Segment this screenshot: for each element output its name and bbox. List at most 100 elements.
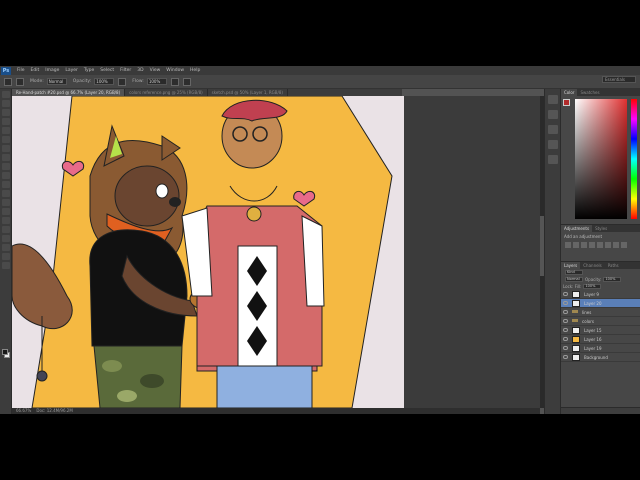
layer-kind-filter[interactable]: Kind [565, 270, 583, 275]
tab-document[interactable]: sketch.psd @ 50% (Layer 1, RGB/8) [208, 89, 288, 96]
foreground-color-swatch[interactable] [2, 349, 8, 355]
menu-3d[interactable]: 3D [137, 68, 143, 73]
tab-color[interactable]: Color [561, 89, 578, 96]
flow-field[interactable]: 100% [146, 78, 167, 85]
layer-name: colors [582, 318, 594, 324]
tools-panel [0, 89, 12, 414]
visibility-eye-icon[interactable] [563, 301, 568, 305]
layer-row[interactable]: Layer 16 [561, 335, 640, 344]
mode-select[interactable]: Normal [46, 78, 67, 85]
menu-window[interactable]: Window [166, 68, 184, 73]
brush-panel-icon[interactable] [548, 140, 558, 149]
layer-row[interactable]: Layer 9 [561, 290, 640, 299]
visibility-eye-icon[interactable] [563, 292, 568, 296]
tab-adjustments[interactable]: Adjustments [561, 225, 593, 232]
zoom-tool-icon[interactable] [2, 262, 10, 269]
menu-help[interactable]: Help [190, 68, 200, 73]
color-panel-foreground-swatch[interactable] [563, 99, 570, 106]
menu-type[interactable]: Type [84, 68, 94, 73]
blend-mode-select[interactable]: Normal [565, 277, 583, 282]
menu-layer[interactable]: Layer [65, 68, 78, 73]
crop-tool-icon[interactable] [2, 127, 10, 134]
layer-filter-row: Kind [561, 269, 640, 276]
hue-saturation-icon[interactable] [605, 242, 611, 248]
history-brush-icon[interactable] [2, 172, 10, 179]
gradient-tool-icon[interactable] [2, 190, 10, 197]
eraser-tool-icon[interactable] [2, 181, 10, 188]
history-panel-icon[interactable] [548, 95, 558, 104]
layer-opacity-field[interactable]: 100% [603, 277, 622, 282]
brush-tool-icon[interactable] [4, 77, 12, 86]
layer-group-row[interactable]: colors [561, 317, 640, 326]
airbrush-icon[interactable] [170, 77, 179, 86]
letterbox-bottom [0, 414, 640, 480]
layer-row[interactable]: Layer 15 [561, 326, 640, 335]
zoom-readout[interactable]: 66.67% [16, 408, 31, 413]
menu-bar: Ps File Edit Image Layer Type Select Fil… [0, 66, 640, 75]
eyedropper-tool-icon[interactable] [2, 136, 10, 143]
tab-channels[interactable]: Channels [580, 262, 605, 269]
visibility-eye-icon[interactable] [563, 310, 568, 314]
menu-filter[interactable]: Filter [120, 68, 131, 73]
levels-icon[interactable] [573, 242, 579, 248]
menu-image[interactable]: Image [45, 68, 59, 73]
curves-icon[interactable] [581, 242, 587, 248]
type-tool-icon[interactable] [2, 226, 10, 233]
tab-styles[interactable]: Styles [592, 225, 610, 232]
opacity-field[interactable]: 100% [94, 78, 115, 85]
layer-group-row[interactable]: lines [561, 308, 640, 317]
color-field[interactable] [575, 99, 627, 219]
dodge-tool-icon[interactable] [2, 208, 10, 215]
vibrance-icon[interactable] [597, 242, 603, 248]
visibility-eye-icon[interactable] [563, 328, 568, 332]
brush-tool-icon[interactable] [2, 154, 10, 161]
document-canvas[interactable] [12, 96, 404, 408]
brightness-icon[interactable] [565, 242, 571, 248]
pressure-size-icon[interactable] [182, 77, 191, 86]
stamp-tool-icon[interactable] [2, 163, 10, 170]
magic-wand-tool-icon[interactable] [2, 118, 10, 125]
marquee-tool-icon[interactable] [2, 100, 10, 107]
healing-tool-icon[interactable] [2, 145, 10, 152]
blur-tool-icon[interactable] [2, 199, 10, 206]
tab-document[interactable]: colors reference.png @ 25% (RGB/8) [125, 89, 208, 96]
visibility-eye-icon[interactable] [563, 355, 568, 359]
color-panel-tabs: Color Swatches [561, 89, 640, 96]
layer-opacity-label: Opacity: [585, 277, 602, 282]
lasso-tool-icon[interactable] [2, 109, 10, 116]
color-balance-icon[interactable] [613, 242, 619, 248]
menu-edit[interactable]: Edit [31, 68, 40, 73]
layer-name: Layer 19 [584, 345, 602, 351]
visibility-eye-icon[interactable] [563, 346, 568, 350]
tab-paths[interactable]: Paths [605, 262, 622, 269]
tab-layers[interactable]: Layers [561, 262, 581, 269]
tab-document-active[interactable]: Re-Hand-patch #20.psd @ 66.7% (Layer 20,… [12, 89, 126, 96]
exposure-icon[interactable] [589, 242, 595, 248]
character-panel-icon[interactable] [548, 155, 558, 164]
properties-panel-icon[interactable] [548, 125, 558, 134]
menu-view[interactable]: View [150, 68, 161, 73]
menu-file[interactable]: File [17, 68, 25, 73]
black-white-icon[interactable] [621, 242, 627, 248]
layer-name: Layer 16 [584, 336, 602, 342]
layer-thumbnail [572, 326, 580, 334]
layer-name: lines [582, 309, 592, 315]
hue-slider[interactable] [631, 99, 637, 219]
pen-tool-icon[interactable] [2, 217, 10, 224]
pressure-opacity-icon[interactable] [118, 77, 127, 86]
move-tool-icon[interactable] [2, 91, 10, 98]
layer-row[interactable]: Background [561, 353, 640, 362]
layer-row-selected[interactable]: Layer 20 [561, 299, 640, 308]
visibility-eye-icon[interactable] [563, 337, 568, 341]
visibility-eye-icon[interactable] [563, 319, 568, 323]
menu-select[interactable]: Select [100, 68, 114, 73]
tab-swatches[interactable]: Swatches [577, 89, 602, 96]
workspace-switcher[interactable]: Essentials [602, 76, 636, 83]
path-selection-icon[interactable] [2, 235, 10, 242]
brush-preset-icon[interactable] [16, 77, 24, 86]
layer-fill-field[interactable]: 100% [583, 284, 602, 289]
shape-tool-icon[interactable] [2, 244, 10, 251]
layer-row[interactable]: Layer 19 [561, 344, 640, 353]
hand-tool-icon[interactable] [2, 253, 10, 260]
actions-panel-icon[interactable] [548, 110, 558, 119]
